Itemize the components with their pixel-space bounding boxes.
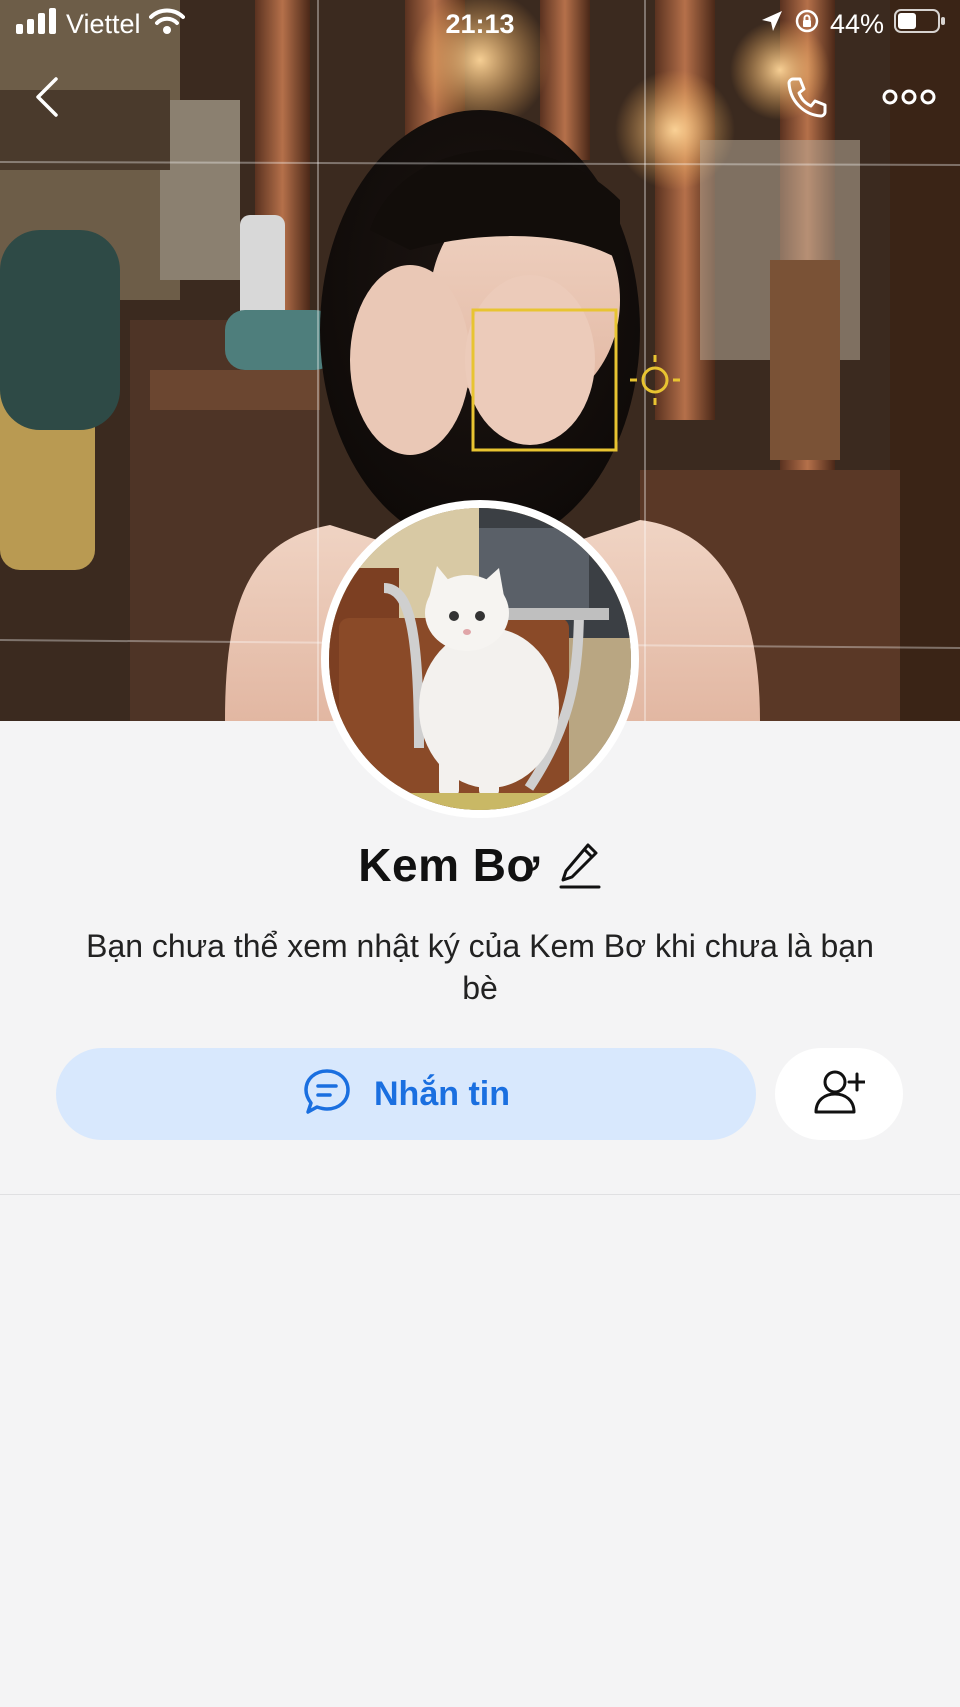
avatar-image <box>329 508 631 810</box>
call-button[interactable] <box>772 64 842 134</box>
battery-icon <box>894 8 946 41</box>
battery-percentage: 44% <box>829 9 884 39</box>
message-button[interactable]: Nhắn tin <box>56 1048 756 1140</box>
chat-bubble-icon <box>302 1067 352 1122</box>
ellipsis-icon <box>882 87 936 112</box>
profile-screen: Viettel 21:13 44% Kem Bơ Bạn chưa thể xe… <box>0 0 960 1707</box>
top-nav <box>0 64 960 134</box>
chevron-left-icon <box>32 75 62 124</box>
phone-icon <box>783 73 831 126</box>
message-button-label: Nhắn tin <box>374 1074 510 1113</box>
profile-name: Kem Bơ <box>358 839 540 891</box>
location-arrow-icon <box>760 9 784 40</box>
orientation-lock-icon <box>794 8 820 41</box>
back-button[interactable] <box>12 64 82 134</box>
status-bar: Viettel 21:13 44% <box>0 0 960 48</box>
profile-name-row: Kem Bơ <box>0 835 960 895</box>
add-user-icon <box>813 1068 867 1121</box>
section-divider <box>0 1194 960 1195</box>
avatar[interactable] <box>321 500 639 818</box>
add-friend-button[interactable] <box>775 1048 903 1140</box>
more-options-button[interactable] <box>874 64 944 134</box>
pencil-icon[interactable] <box>558 841 602 889</box>
diary-privacy-note: Bạn chưa thể xem nhật ký của Kem Bơ khi … <box>86 928 874 1006</box>
